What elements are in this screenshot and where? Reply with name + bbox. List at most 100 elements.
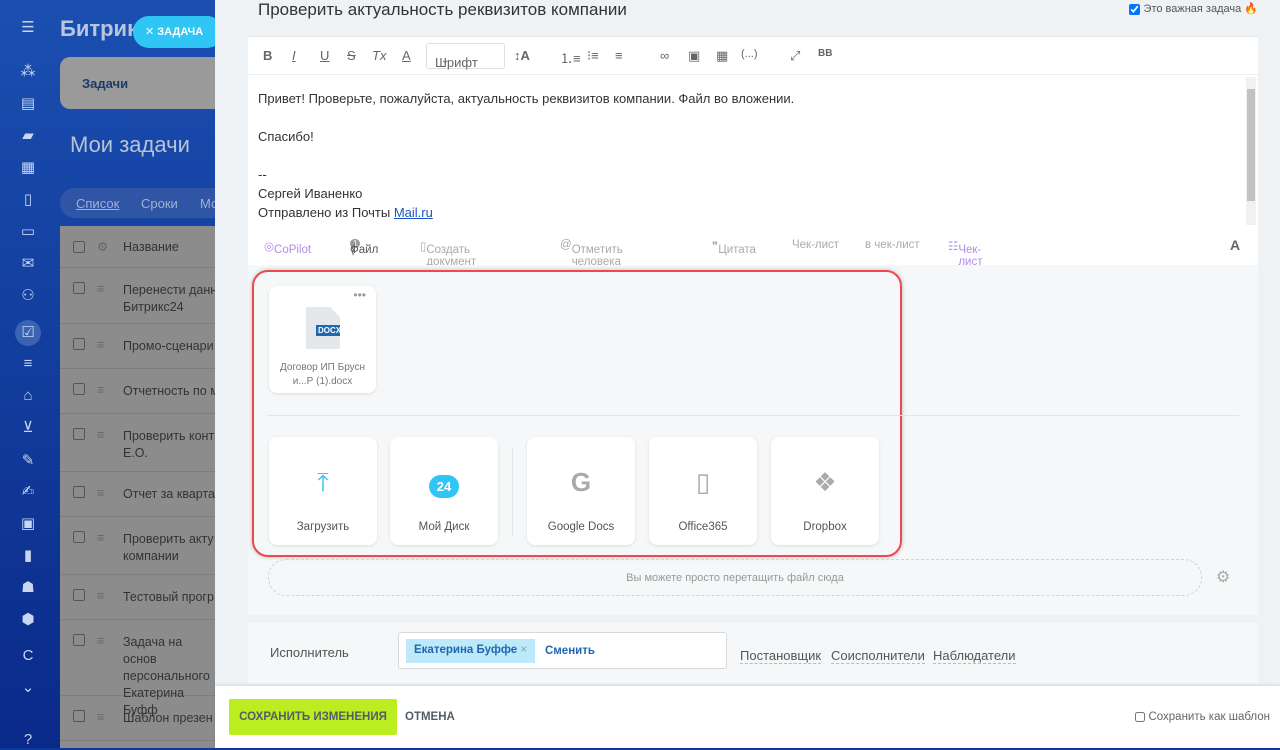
- tasks-icon[interactable]: ☑: [15, 320, 41, 346]
- shop-icon[interactable]: ⌂: [18, 386, 38, 406]
- code-button[interactable]: (...): [741, 48, 758, 60]
- coexecutors-link[interactable]: Соисполнители: [831, 648, 925, 664]
- chevron-down-icon: ⌄: [441, 55, 450, 66]
- cancel-button[interactable]: ОТМЕНА: [405, 711, 455, 723]
- upload-button[interactable]: ⤒ Загрузить: [269, 437, 377, 545]
- chat-icon[interactable]: ▰: [18, 126, 38, 146]
- google-icon: G: [570, 467, 592, 497]
- c-icon[interactable]: C: [18, 646, 38, 666]
- office-icon: ▯: [695, 467, 711, 497]
- task-title-input[interactable]: Проверить актуальность реквизитов компан…: [258, 0, 627, 20]
- drive-icon[interactable]: ▭: [18, 222, 38, 242]
- strike-button[interactable]: S: [347, 48, 356, 63]
- view-switcher: Список Сроки Мо: [60, 188, 220, 218]
- mail-icon[interactable]: ✉: [18, 254, 38, 274]
- gear-icon[interactable]: ⚙: [97, 239, 108, 254]
- text-color-button[interactable]: A: [402, 48, 411, 63]
- font-size-button[interactable]: ↕A: [514, 48, 530, 63]
- executor-field[interactable]: Екатерина Буффе × Сменить: [398, 632, 727, 669]
- change-executor-link[interactable]: Сменить: [545, 645, 595, 657]
- align-icon[interactable]: ≡: [615, 48, 623, 63]
- table-row[interactable]: ≡ Отчет за кварта: [60, 472, 220, 517]
- important-checkbox[interactable]: Это важная задача 🔥: [1129, 2, 1258, 15]
- docs-icon[interactable]: ▯: [18, 190, 38, 210]
- copilot-button[interactable]: ◎ CoPilot: [264, 239, 311, 256]
- checklist-button[interactable]: Чек-лист: [792, 239, 839, 251]
- editor-actions-bar: ◎ CoPilot ⌇ Файл 1 ▯ Создать документ @ О…: [248, 234, 1258, 268]
- table-row[interactable]: ≡ Шаблон презен: [60, 696, 220, 741]
- office365-button[interactable]: ▯ Office365: [649, 437, 757, 545]
- underline-button[interactable]: U: [320, 48, 329, 63]
- link-icon[interactable]: ∞: [660, 48, 669, 63]
- table-row[interactable]: ≡ Задача на основ персонального Екатерина…: [60, 620, 220, 717]
- close-task-button[interactable]: ✕ ЗАДАЧА: [133, 16, 223, 48]
- table-row[interactable]: ≡ Перенести данн Битрикс24: [60, 268, 220, 324]
- table-row[interactable]: ≡ Промо-сценари: [60, 324, 220, 369]
- attached-file[interactable]: ••• DOCX Договор ИП Брусн и...Р (1).docx: [269, 286, 376, 393]
- analytics-icon[interactable]: ▮: [18, 546, 38, 566]
- editor-body[interactable]: Привет! Проверьте, пожалуйста, актуально…: [258, 89, 794, 222]
- help-icon[interactable]: ?: [18, 730, 38, 750]
- creator-link[interactable]: Постановщик: [740, 648, 822, 664]
- fullscreen-icon[interactable]: ⤢: [790, 48, 800, 64]
- bold-button[interactable]: B: [263, 48, 272, 63]
- executor-chip[interactable]: Екатерина Буффе ×: [406, 639, 536, 663]
- box-icon[interactable]: ⬢: [18, 610, 38, 630]
- dropbox-icon: ❖: [813, 467, 837, 497]
- mail-ru-link[interactable]: Mail.ru: [394, 205, 433, 220]
- docx-file-icon: DOCX: [306, 307, 340, 349]
- footer: СОХРАНИТЬ ИЗМЕНЕНИЯ ОТМЕНА Сохранить как…: [215, 686, 1280, 748]
- remove-icon[interactable]: ×: [520, 644, 527, 656]
- contacts-icon[interactable]: ▣: [18, 514, 38, 534]
- dropbox-button[interactable]: ❖ Dropbox: [771, 437, 879, 545]
- view-list[interactable]: Список: [76, 196, 119, 211]
- clear-format-button[interactable]: Tx: [372, 48, 386, 63]
- description-editor[interactable]: B I U S Tx A Шрифт ⌄ ↕A ⒈≡ ⁝≡ ≡ ∞ ▣ ▦ (.…: [248, 36, 1258, 268]
- observers-link[interactable]: Наблюдатели: [933, 648, 1016, 664]
- invoice-icon[interactable]: ✎: [18, 451, 38, 471]
- to-checklist-button[interactable]: в чек-лист: [865, 239, 920, 251]
- table-row[interactable]: ≡ Отчетность по м: [60, 369, 220, 414]
- google-docs-button[interactable]: G Google Docs: [527, 437, 635, 545]
- sign-icon[interactable]: ✍: [18, 482, 38, 502]
- tab-tasks[interactable]: Задачи: [82, 76, 128, 91]
- more-icon[interactable]: ⌄: [18, 678, 38, 698]
- table-row[interactable]: ≡ Проверить акту компании: [60, 517, 220, 575]
- more-options-icon[interactable]: •••: [353, 288, 366, 302]
- quote-button[interactable]: ❞ Цитата: [712, 239, 756, 256]
- font-select[interactable]: Шрифт ⌄: [426, 43, 505, 70]
- select-all-checkbox[interactable]: [73, 241, 85, 253]
- robot-icon[interactable]: ☗: [18, 578, 38, 598]
- view-deadlines[interactable]: Сроки: [141, 196, 178, 211]
- editor-scrollbar[interactable]: [1246, 77, 1256, 225]
- attach-file-button[interactable]: ⌇ Файл 1: [350, 239, 378, 258]
- save-as-template-checkbox[interactable]: Сохранить как шаблон: [1135, 711, 1270, 723]
- save-button[interactable]: СОХРАНИТЬ ИЗМЕНЕНИЯ: [229, 699, 397, 735]
- image-icon[interactable]: ▣: [688, 48, 700, 64]
- executor-section: Исполнитель Екатерина Буффе × Сменить По…: [248, 623, 1258, 683]
- bbcode-button[interactable]: BB: [818, 48, 832, 59]
- table-row[interactable]: ≡ Тестовый прогр: [60, 575, 220, 620]
- file-name: Договор ИП Брусн и...Р (1).docx: [279, 362, 366, 387]
- menu-icon[interactable]: ☰: [18, 18, 38, 38]
- table-icon[interactable]: ▦: [716, 48, 728, 64]
- group-icon[interactable]: ⚇: [18, 286, 38, 306]
- checklist-ai-button[interactable]: ☷ Чек-лист: [948, 239, 982, 268]
- cart-icon[interactable]: ⊻: [18, 418, 38, 438]
- calendar-icon[interactable]: ▦: [18, 158, 38, 178]
- feed-icon[interactable]: ⁂: [18, 62, 38, 82]
- numbered-list-icon[interactable]: ⒈≡: [560, 48, 581, 67]
- tasks-board-icon[interactable]: ▤: [18, 94, 38, 114]
- create-document-button[interactable]: ▯ Создать документ: [420, 239, 476, 268]
- crm-icon[interactable]: ≡: [18, 354, 38, 374]
- drop-zone[interactable]: Вы можете просто перетащить файл сюда: [268, 559, 1202, 596]
- mention-button[interactable]: @ Отметить человека: [560, 239, 623, 268]
- column-header-name[interactable]: Название: [123, 239, 223, 256]
- bullet-list-icon[interactable]: ⁝≡: [587, 48, 599, 64]
- table-row[interactable]: ≡ Проверить конт Е.О.: [60, 414, 220, 472]
- editor-toolbar: B I U S Tx A Шрифт ⌄ ↕A ⒈≡ ⁝≡ ≡ ∞ ▣ ▦ (.…: [248, 37, 1258, 75]
- format-toggle-button[interactable]: A: [1230, 237, 1240, 253]
- italic-button[interactable]: I: [292, 48, 296, 63]
- gear-icon[interactable]: ⚙: [1216, 567, 1230, 587]
- my-drive-button[interactable]: 24 Мой Диск: [390, 437, 498, 545]
